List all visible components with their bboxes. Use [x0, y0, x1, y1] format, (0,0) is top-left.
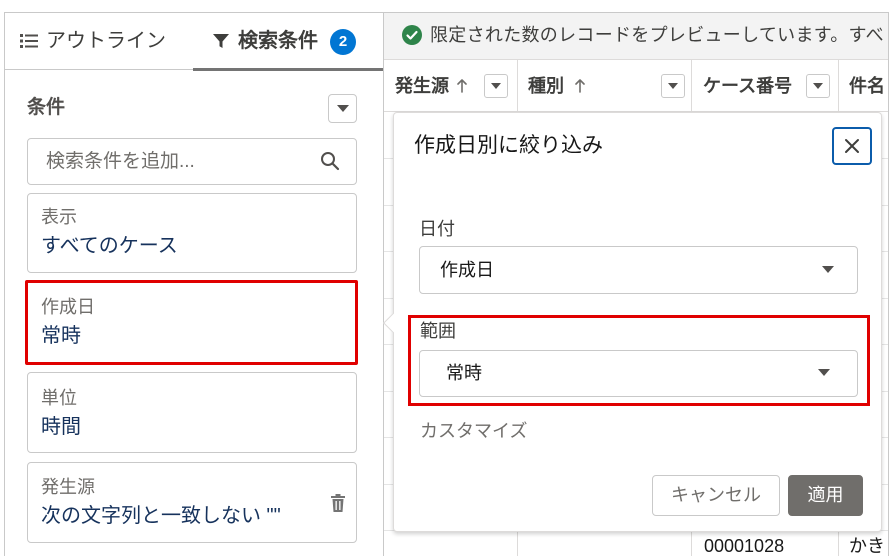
date-field-value: 作成日: [440, 260, 494, 280]
chevron-down-icon: [491, 82, 501, 89]
chevron-down-icon: [668, 82, 678, 89]
sort-ascending-icon: [457, 79, 467, 93]
filter-card-value: 次の文字列と一致しない "": [41, 505, 281, 527]
range-field-value: 常時: [446, 363, 482, 383]
close-button[interactable]: [832, 127, 872, 165]
tab-outline[interactable]: アウトライン: [4, 12, 193, 70]
filter-card-origin[interactable]: 発生源 次の文字列と一致しない "": [27, 462, 357, 543]
range-field-select[interactable]: 常時: [419, 350, 858, 397]
cancel-button[interactable]: キャンセル: [652, 475, 780, 516]
chevron-down-icon: [813, 82, 823, 89]
filter-card-value: 時間: [41, 416, 81, 438]
filter-card-value: 常時: [41, 325, 81, 347]
column-header-label: ケース番号: [703, 76, 793, 96]
preview-banner: 限定された数のレコードをプレビューしています。すべ: [384, 12, 889, 60]
filter-card-unit[interactable]: 単位 時間: [27, 372, 357, 453]
date-field-label: 日付: [419, 219, 455, 239]
add-filter-input[interactable]: [28, 139, 318, 184]
table-header: 発生源 種別 ケース番号 件名: [384, 60, 889, 112]
column-menu-button[interactable]: [806, 74, 830, 98]
date-field-select[interactable]: 作成日: [419, 246, 858, 294]
filters-heading: 条件: [27, 97, 66, 118]
filter-card-created-date[interactable]: 作成日 常時: [25, 280, 358, 365]
success-check-icon: [402, 25, 422, 45]
column-header-origin[interactable]: 発生源: [384, 60, 517, 112]
column-header-label: 発生源: [395, 76, 449, 96]
chevron-down-icon: [818, 369, 830, 376]
panel-tabs: アウトライン 検索条件 2: [4, 12, 383, 71]
filter-popover: 作成日別に絞り込み 日付 作成日 範囲 常時 カスタマイズ キャンセル 適用: [383, 112, 882, 532]
customize-link[interactable]: カスタマイズ: [420, 420, 527, 442]
preview-banner-text: 限定された数のレコードをプレビューしています。すべ: [430, 25, 884, 45]
filter-card-value: すべてのケース: [41, 235, 178, 257]
column-header-label: 件名: [849, 76, 885, 96]
filter-card-label: 表示: [41, 207, 77, 227]
list-icon: [20, 32, 38, 50]
table-cell-subject: かき: [849, 536, 885, 556]
column-header-case-number[interactable]: ケース番号: [691, 60, 838, 112]
chevron-down-icon: [336, 104, 349, 113]
left-panel: アウトライン 検索条件 2 条件 表示 すべてのケース: [4, 12, 384, 556]
tab-filters[interactable]: 検索条件 2: [193, 12, 383, 71]
tab-outline-label: アウトライン: [46, 30, 166, 52]
filters-menu-button[interactable]: [328, 94, 357, 123]
column-header-label: 種別: [528, 76, 564, 96]
filter-card-label: 単位: [41, 388, 77, 408]
filter-card-label: 作成日: [41, 297, 95, 317]
filter-icon: [212, 32, 230, 50]
column-header-type[interactable]: 種別: [517, 60, 691, 112]
range-field-label: 範囲: [420, 321, 456, 341]
filter-card-show[interactable]: 表示 すべてのケース: [27, 193, 357, 273]
filter-card-label: 発生源: [41, 477, 95, 497]
sort-ascending-icon: [575, 79, 585, 93]
column-menu-button[interactable]: [484, 74, 508, 98]
trash-icon[interactable]: [330, 494, 346, 512]
table-cell-case-number[interactable]: 00001028: [704, 536, 784, 556]
chevron-down-icon: [822, 266, 834, 273]
apply-button[interactable]: 適用: [788, 475, 863, 516]
popover-title: 作成日別に絞り込み: [414, 134, 603, 157]
search-icon: [320, 151, 340, 171]
filter-count-badge: 2: [330, 29, 356, 55]
column-menu-button[interactable]: [661, 74, 685, 98]
close-icon: [845, 139, 859, 153]
column-header-subject[interactable]: 件名: [838, 60, 889, 112]
tab-filters-label: 検索条件: [238, 30, 318, 52]
report-builder: アウトライン 検索条件 2 条件 表示 すべてのケース: [0, 0, 895, 556]
add-filter-search: [27, 138, 357, 185]
